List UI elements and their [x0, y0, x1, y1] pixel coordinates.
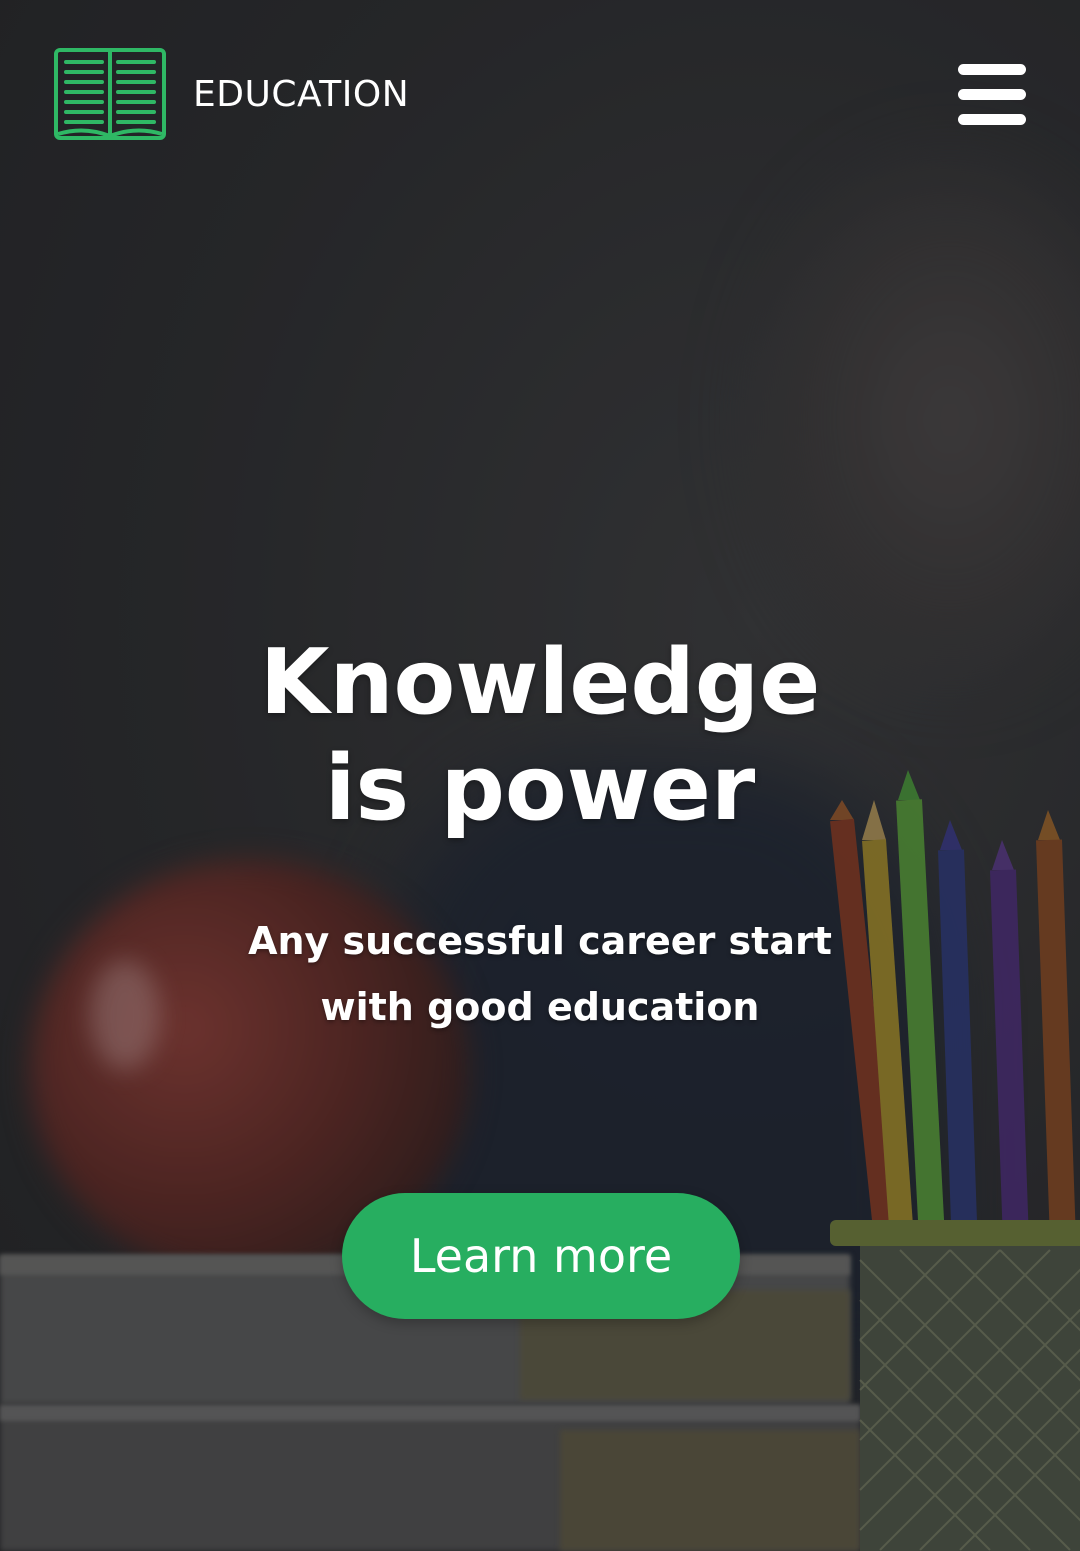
- hero-subtitle-line: Any successful career start: [248, 919, 832, 963]
- hero-subtitle-line: with good education: [320, 985, 760, 1029]
- hero-section: EDUCATION Knowledge is power Any success…: [0, 0, 1080, 1551]
- open-book-icon: [54, 48, 166, 140]
- hamburger-menu-icon-bar: [958, 89, 1026, 100]
- hamburger-menu-icon-bar: [958, 114, 1026, 125]
- logo-link[interactable]: EDUCATION: [54, 48, 409, 140]
- hero-headline: Knowledge is power: [0, 630, 1080, 842]
- navbar: EDUCATION: [0, 0, 1080, 190]
- hamburger-menu-button[interactable]: [952, 58, 1032, 132]
- background-book-bottom-cover: [560, 1430, 860, 1551]
- hero-subtitle: Any successful career start with good ed…: [0, 908, 1080, 1040]
- hero-headline-line: Knowledge: [259, 630, 821, 735]
- hamburger-menu-icon: [958, 64, 1026, 75]
- background-book-bottom: [0, 1405, 860, 1551]
- brand-name: EDUCATION: [193, 73, 410, 115]
- background-book-bottom-edge: [0, 1405, 860, 1421]
- background-pencil-cup: [830, 770, 1080, 1551]
- hero-headline-line: is power: [324, 736, 756, 841]
- learn-more-button[interactable]: Learn more: [342, 1193, 740, 1319]
- background-person-head: [740, 140, 1080, 700]
